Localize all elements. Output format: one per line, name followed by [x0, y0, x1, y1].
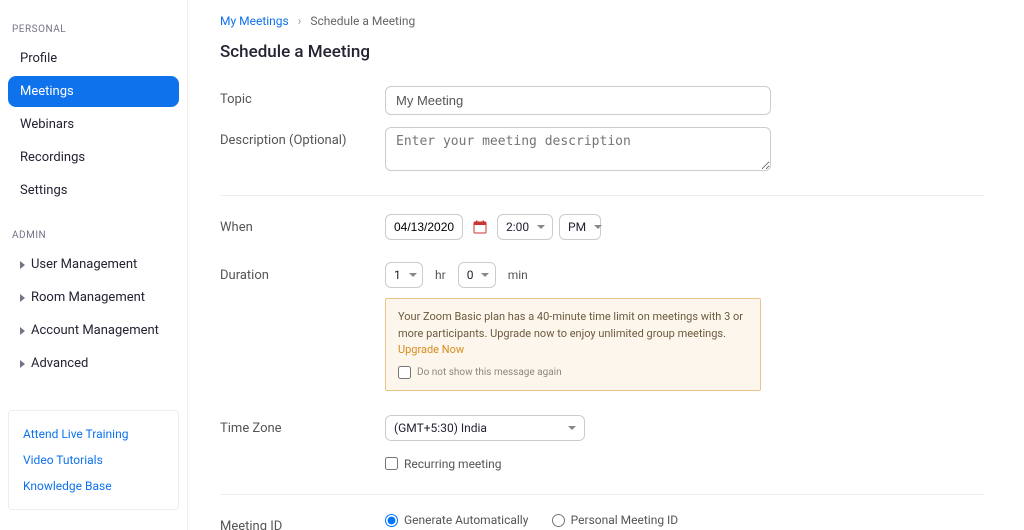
sidebar-item-recordings[interactable]: Recordings — [8, 142, 179, 173]
help-link-tutorials[interactable]: Video Tutorials — [23, 447, 164, 473]
when-label: When — [220, 214, 385, 235]
form-row-when: When 2:00 PM — [220, 195, 984, 246]
recurring-checkbox-row[interactable]: Recurring meeting — [385, 457, 502, 471]
timezone-value: (GMT+5:30) India — [394, 421, 487, 435]
chevron-right-icon — [20, 360, 25, 368]
meeting-id-personal-radio[interactable] — [552, 514, 565, 527]
meeting-id-auto-row[interactable]: Generate Automatically — [385, 513, 528, 527]
when-ampm-select[interactable]: PM — [559, 214, 601, 240]
form-row-meeting-id: Meeting ID Generate Automatically Person… — [220, 494, 984, 530]
sidebar-item-label: Room Management — [31, 290, 145, 305]
breadcrumb: My Meetings › Schedule a Meeting — [220, 14, 984, 28]
sidebar-item-label: User Management — [31, 257, 137, 272]
duration-hr-value: 1 — [394, 268, 401, 282]
description-label: Description (Optional) — [220, 127, 385, 148]
meeting-id-label: Meeting ID — [220, 513, 385, 530]
sidebar-item-label: Account Management — [31, 323, 159, 338]
suppress-warning-label: Do not show this message again — [417, 365, 562, 380]
sidebar-item-settings[interactable]: Settings — [8, 175, 179, 206]
when-date-input[interactable] — [385, 214, 463, 240]
topic-input[interactable] — [385, 86, 771, 115]
form-row-topic: Topic — [220, 80, 984, 121]
sidebar-item-profile[interactable]: Profile — [8, 43, 179, 74]
recurring-checkbox[interactable] — [385, 457, 398, 470]
sidebar-item-webinars[interactable]: Webinars — [8, 109, 179, 140]
page-title: Schedule a Meeting — [220, 42, 984, 62]
meeting-id-personal-row[interactable]: Personal Meeting ID — [552, 513, 679, 527]
sidebar-item-user-management[interactable]: User Management — [8, 249, 179, 280]
sidebar-item-room-management[interactable]: Room Management — [8, 282, 179, 313]
chevron-down-icon — [594, 225, 602, 229]
form-row-description: Description (Optional) — [220, 121, 984, 181]
when-time-value: 2:00 — [506, 220, 529, 234]
meeting-id-auto-radio[interactable] — [385, 514, 398, 527]
chevron-right-icon — [20, 261, 25, 269]
upgrade-link[interactable]: Upgrade Now — [398, 343, 464, 356]
sidebar-item-meetings[interactable]: Meetings — [8, 76, 179, 107]
duration-min-select[interactable]: 0 — [458, 262, 496, 288]
duration-label: Duration — [220, 262, 385, 283]
sidebar-section-admin: ADMIN — [8, 226, 179, 249]
breadcrumb-current: Schedule a Meeting — [310, 14, 415, 28]
description-input[interactable] — [385, 127, 771, 171]
chevron-down-icon — [481, 273, 489, 277]
help-card: Attend Live Training Video Tutorials Kno… — [8, 410, 179, 510]
main-content: My Meetings › Schedule a Meeting Schedul… — [188, 0, 1024, 530]
when-ampm-value: PM — [568, 220, 586, 234]
duration-min-value: 0 — [467, 268, 474, 282]
sidebar-item-advanced[interactable]: Advanced — [8, 348, 179, 379]
when-time-select[interactable]: 2:00 — [497, 214, 553, 240]
min-unit-label: min — [508, 268, 528, 282]
help-link-training[interactable]: Attend Live Training — [23, 421, 164, 447]
breadcrumb-parent[interactable]: My Meetings — [220, 14, 289, 28]
warning-text: Your Zoom Basic plan has a 40-minute tim… — [398, 310, 743, 340]
chevron-right-icon — [20, 294, 25, 302]
hr-unit-label: hr — [435, 268, 446, 282]
calendar-icon — [473, 220, 487, 234]
meeting-id-personal-label: Personal Meeting ID — [571, 513, 679, 527]
chevron-down-icon — [537, 225, 545, 229]
chevron-down-icon — [409, 273, 417, 277]
sidebar-item-account-management[interactable]: Account Management — [8, 315, 179, 346]
sidebar-item-label: Advanced — [31, 356, 88, 371]
sidebar: PERSONAL Profile Meetings Webinars Recor… — [0, 0, 188, 530]
meeting-id-auto-label: Generate Automatically — [404, 513, 528, 527]
form-row-duration: Duration 1 hr 0 min Your Zoom Basic plan — [220, 256, 984, 397]
upgrade-warning: Your Zoom Basic plan has a 40-minute tim… — [385, 298, 761, 391]
chevron-down-icon — [568, 426, 576, 430]
chevron-right-icon — [20, 327, 25, 335]
form-row-timezone: Time Zone (GMT+5:30) India Recurring mee… — [220, 409, 984, 481]
recurring-label: Recurring meeting — [404, 457, 502, 471]
help-link-knowledge-base[interactable]: Knowledge Base — [23, 473, 164, 499]
sidebar-section-personal: PERSONAL — [8, 20, 179, 43]
suppress-warning-checkbox[interactable] — [398, 366, 411, 379]
timezone-label: Time Zone — [220, 415, 385, 436]
timezone-select[interactable]: (GMT+5:30) India — [385, 415, 585, 441]
duration-hr-select[interactable]: 1 — [385, 262, 423, 288]
calendar-button[interactable] — [469, 214, 491, 240]
breadcrumb-separator: › — [298, 14, 302, 28]
topic-label: Topic — [220, 86, 385, 107]
